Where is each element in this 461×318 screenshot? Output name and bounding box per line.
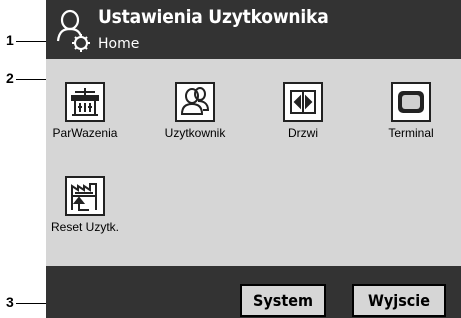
callout-1: 1	[6, 32, 14, 48]
tile-label: Reset Uzytk.	[50, 220, 119, 234]
reset-factory-icon[interactable]	[65, 176, 105, 216]
tile-reset-uzytk[interactable]: Reset Uzytk.	[46, 176, 124, 234]
user-settings-icon	[54, 7, 96, 53]
terminal-icon[interactable]	[391, 82, 431, 122]
tile-label: ParWazenia	[52, 126, 118, 140]
door-icon[interactable]	[283, 82, 323, 122]
tile-terminal[interactable]: Terminal	[372, 82, 450, 140]
tile-parwazenia[interactable]: ParWazenia	[46, 82, 124, 140]
system-button[interactable]: System	[240, 284, 326, 317]
user-icon[interactable]	[175, 82, 215, 122]
tile-label: Terminal	[388, 126, 434, 140]
page-title: Ustawienia Uzytkownika	[98, 6, 329, 28]
exit-button[interactable]: Wyjscie	[352, 284, 446, 317]
tile-label: Drzwi	[288, 126, 318, 140]
callout-3: 3	[6, 294, 14, 310]
breadcrumb-home[interactable]: Home	[98, 36, 139, 52]
footer-bar: System Wyjscie	[46, 266, 461, 318]
tile-uzytkownik[interactable]: Uzytkownik	[156, 82, 234, 140]
tile-drzwi[interactable]: Drzwi	[264, 82, 342, 140]
device-screen: Ustawienia Uzytkownika Home ParWazenia U…	[46, 0, 461, 318]
tile-label: Uzytkownik	[164, 126, 226, 140]
title-bar: Ustawienia Uzytkownika Home	[46, 0, 461, 59]
callout-2: 2	[6, 70, 14, 86]
balance-icon[interactable]	[65, 82, 105, 122]
